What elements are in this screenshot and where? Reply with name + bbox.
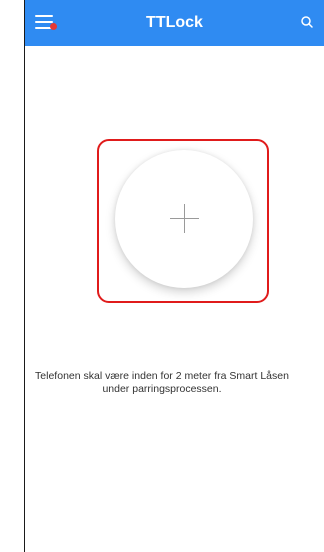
search-icon-svg — [301, 16, 313, 28]
phone-viewport: TTLock — [25, 0, 324, 552]
app-title: TTLock — [146, 14, 203, 31]
pairing-hint-text: Telefonen skal være inden for 2 meter fr… — [0, 370, 324, 396]
top-app-bar: TTLock — [25, 0, 324, 46]
search-icon[interactable] — [300, 14, 316, 32]
add-lock-button[interactable] — [115, 150, 253, 288]
app-screen: TTLock Telefonen skal være inden for 2 m… — [0, 0, 324, 552]
plus-icon-vertical — [184, 204, 185, 233]
hint-line-2: under parringsprocessen. — [102, 383, 222, 395]
hint-line-1: Telefonen skal være inden for 2 meter fr… — [35, 370, 289, 382]
